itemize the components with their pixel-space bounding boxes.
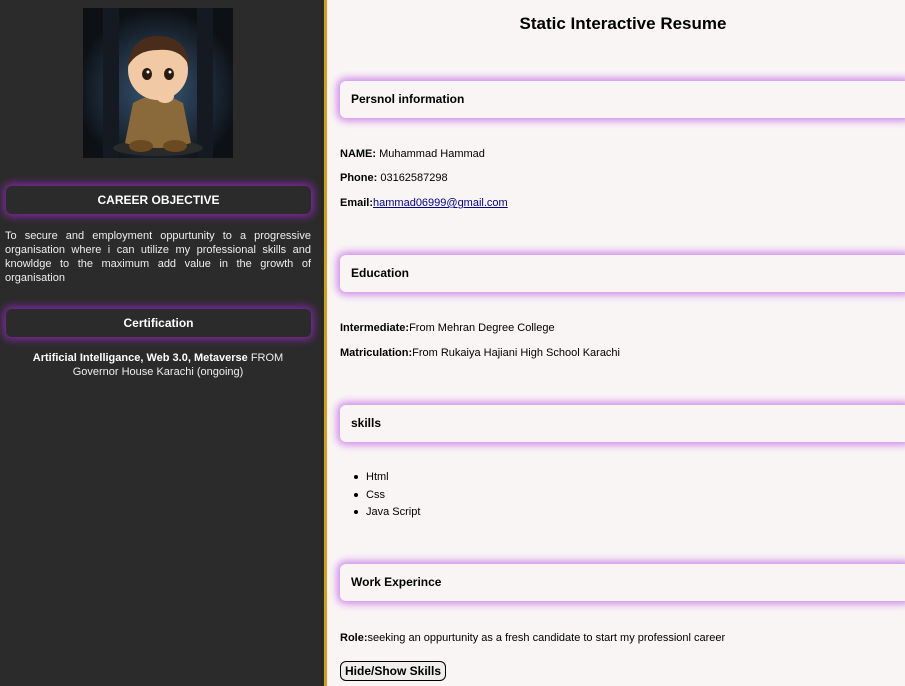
- email-line: Email:hammad06999@gmail.com: [340, 196, 508, 210]
- personal-info-heading: Persnol information: [340, 81, 905, 118]
- certification-text: Artificial Intelligance, Web 3.0, Metave…: [18, 351, 298, 379]
- matriculation-line: Matriculation:From Rukaiya Hajiani High …: [340, 346, 620, 360]
- work-experience-heading: Work Experince: [340, 564, 905, 601]
- skills-heading: skills: [340, 405, 905, 442]
- certification-heading: Certification: [6, 309, 311, 337]
- intermediate-label: Intermediate:: [340, 322, 410, 334]
- name-value: Muhammad Hammad: [376, 148, 485, 160]
- phone-line: Phone: 03162587298: [340, 171, 448, 185]
- skills-list: Html Css Java Script: [353, 470, 420, 523]
- career-objective-text: To secure and employment oppurtunity to …: [5, 230, 311, 284]
- matriculation-label: Matriculation:: [340, 347, 413, 359]
- career-objective-heading: CAREER OBJECTIVE: [6, 186, 311, 214]
- intermediate-value: From Mehran Degree College: [409, 322, 555, 334]
- matriculation-value: From Rukaiya Hajiani High School Karachi: [412, 347, 620, 359]
- phone-value: 03162587298: [377, 172, 448, 184]
- toggle-skills-button[interactable]: Hide/Show Skills: [340, 661, 447, 681]
- phone-label: Phone:: [340, 172, 378, 184]
- skill-item: Css: [353, 488, 420, 506]
- role-line: Role:seeking an oppurtunity as a fresh c…: [340, 631, 725, 645]
- skill-item: Html: [353, 470, 420, 488]
- role-value: seeking an oppurtunity as a fresh candid…: [367, 632, 726, 644]
- sidebar: CAREER OBJECTIVE To secure and employmen…: [0, 0, 324, 686]
- email-label: Email:: [340, 197, 374, 209]
- profile-illustration: [83, 8, 233, 158]
- name-label: NAME:: [340, 148, 377, 160]
- page-title: Static Interactive Resume: [519, 14, 727, 33]
- intermediate-line: Intermediate:From Mehran Degree College: [340, 321, 555, 335]
- certification-courses: Artificial Intelligance, Web 3.0, Metave…: [32, 352, 248, 364]
- email-link[interactable]: hammad06999@gmail.com: [373, 197, 508, 209]
- name-line: NAME: Muhammad Hammad: [340, 147, 485, 161]
- role-label: Role:: [340, 632, 368, 644]
- profile-avatar: [83, 8, 233, 158]
- sidebar-divider: [324, 0, 327, 686]
- skill-item: Java Script: [353, 505, 420, 523]
- education-heading: Education: [340, 255, 905, 292]
